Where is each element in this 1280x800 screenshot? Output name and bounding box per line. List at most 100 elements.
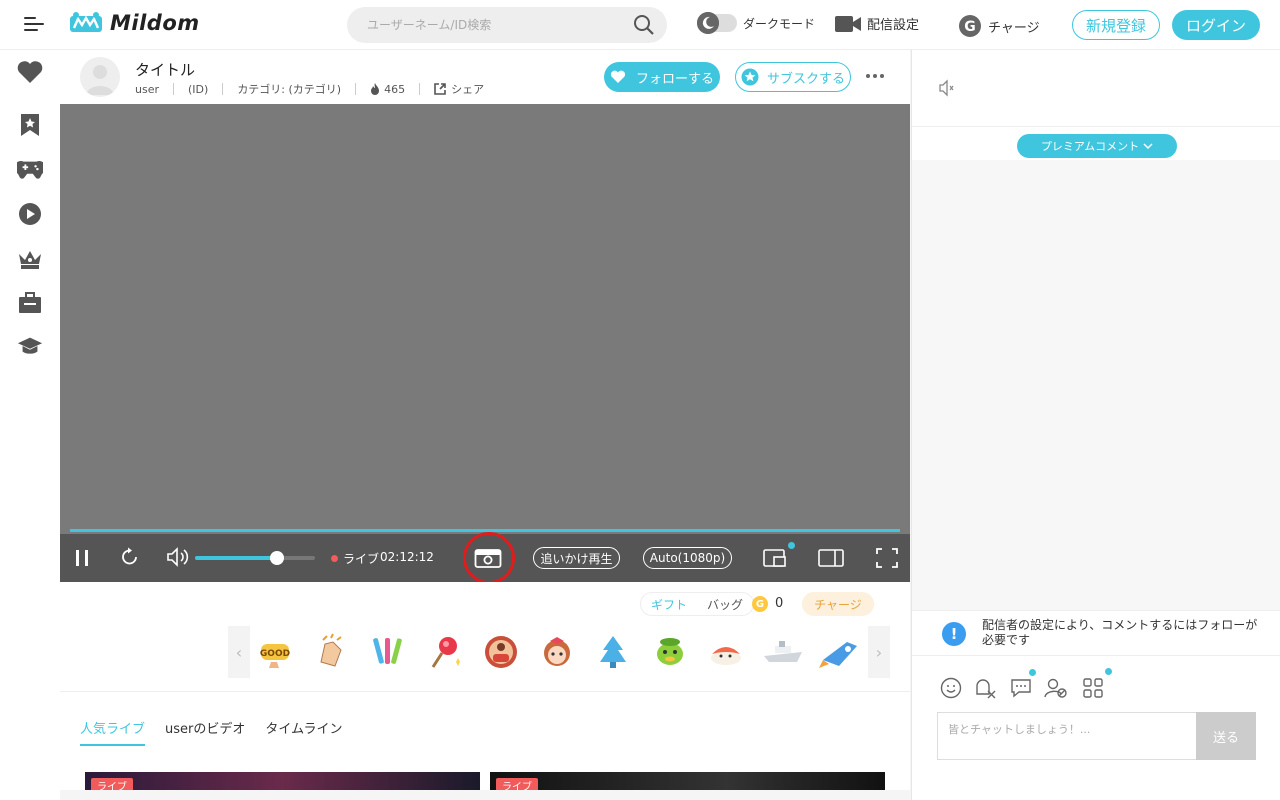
more-options-icon[interactable] — [866, 74, 884, 78]
bookmark-icon[interactable] — [17, 112, 43, 138]
gift-panel: ギフト バッグ G 0 チャージ ‹ GOOD › — [60, 582, 910, 692]
logo[interactable]: Mildom — [68, 10, 200, 36]
heart-icon[interactable] — [17, 59, 43, 85]
premium-comment-button[interactable]: プレミアムコメント — [1017, 134, 1177, 158]
follow-notice-text: 配信者の設定により、コメントするにはフォローが必要です — [982, 618, 1258, 647]
crown-icon[interactable] — [17, 246, 43, 272]
fullscreen-icon[interactable] — [876, 548, 898, 568]
gift-tree-icon[interactable] — [590, 629, 636, 675]
gift-clap-icon[interactable] — [308, 629, 354, 675]
volume-slider-fill — [195, 556, 277, 560]
highlight-circle — [463, 532, 515, 584]
subscribe-button[interactable]: サブスクする — [735, 62, 851, 92]
charge-label: チャージ — [988, 20, 1040, 36]
gift-fighter-icon[interactable] — [478, 629, 524, 675]
briefcase-icon[interactable] — [17, 290, 43, 316]
theater-mode-icon[interactable] — [818, 548, 844, 568]
volume-slider[interactable] — [195, 551, 315, 565]
grid-apps-icon[interactable] — [1081, 676, 1105, 700]
message-notification-dot — [1029, 669, 1036, 676]
header-charge[interactable]: G チャージ — [958, 14, 1040, 38]
user-block-icon[interactable] — [1044, 676, 1068, 700]
tab-popular-live[interactable]: 人気ライブ — [80, 718, 146, 746]
message-plus-icon[interactable] — [1010, 676, 1034, 700]
stream-settings[interactable]: 配信設定 — [835, 14, 919, 33]
video-player[interactable]: ライブ 02:12:12 追いかけ再生 Auto(1080p) — [60, 104, 910, 584]
tab-user-videos[interactable]: userのビデオ — [165, 718, 245, 746]
gift-rocket-icon[interactable] — [816, 629, 862, 675]
filter-icon[interactable] — [974, 676, 998, 700]
picture-in-picture-icon[interactable] — [763, 548, 789, 568]
chat-input[interactable] — [938, 713, 1196, 759]
stream-title: タイトル — [135, 61, 196, 79]
live-thumbnail[interactable]: ライブ — [490, 772, 885, 790]
flame-icon — [371, 83, 380, 95]
dark-mode-label: ダークモード — [743, 16, 816, 31]
svg-text:GOOD: GOOD — [260, 649, 290, 659]
heart-icon — [610, 70, 626, 83]
menu-icon[interactable] — [24, 17, 44, 33]
charge-button[interactable]: チャージ — [802, 592, 874, 616]
player-controls: ライブ 02:12:12 追いかけ再生 Auto(1080p) — [60, 532, 910, 584]
speaker-icon[interactable] — [938, 79, 956, 97]
mildom-logo-icon — [70, 12, 102, 32]
gamepad-icon[interactable] — [17, 157, 43, 183]
chevron-left-icon[interactable]: ‹ — [228, 626, 250, 678]
svg-text:G: G — [964, 19, 976, 35]
login-button[interactable]: ログイン — [1172, 10, 1260, 40]
left-sidebar — [0, 50, 60, 800]
content-tabs: 人気ライブ userのビデオ タイムライン — [80, 718, 342, 746]
gift-ship-icon[interactable] — [760, 629, 806, 675]
chat-input-box — [937, 712, 1197, 760]
share-icon[interactable] — [434, 83, 446, 95]
avatar[interactable] — [80, 57, 120, 97]
pause-icon[interactable] — [74, 549, 90, 567]
gift-sushi-icon[interactable] — [703, 629, 749, 675]
dark-mode-toggle[interactable]: ダークモード — [697, 12, 816, 34]
logo-text: Mildom — [110, 11, 200, 35]
stream-meta: user (ID) カテゴリ: (カテゴリ) 465 シェア — [135, 81, 484, 97]
graduation-cap-icon[interactable] — [17, 333, 43, 359]
tab-bag[interactable]: バッグ — [697, 596, 753, 613]
chat-panel: プレミアムコメント ! 配信者の設定により、コメントするにはフォローが必要です — [911, 50, 1280, 800]
send-button[interactable]: 送る — [1196, 712, 1256, 760]
search-bar — [347, 7, 667, 43]
streamer-name[interactable]: user — [135, 83, 159, 96]
toggle-switch[interactable] — [697, 12, 737, 34]
gift-lollipop-icon[interactable] — [421, 629, 467, 675]
quality-button[interactable]: Auto(1080p) — [643, 547, 732, 569]
chat-top-area — [912, 50, 1280, 127]
volume-slider-knob[interactable] — [269, 551, 284, 565]
gift-kappa-icon[interactable] — [647, 629, 693, 675]
search-icon[interactable] — [633, 14, 655, 36]
tab-gift[interactable]: ギフト — [641, 596, 697, 613]
reload-icon[interactable] — [119, 546, 141, 568]
stream-settings-label: 配信設定 — [867, 18, 920, 33]
share-label[interactable]: シェア — [451, 81, 484, 97]
live-label: ライブ — [343, 552, 380, 566]
follow-notice: ! 配信者の設定により、コメントするにはフォローが必要です — [912, 610, 1280, 656]
play-circle-icon[interactable] — [17, 201, 43, 227]
tab-timeline[interactable]: タイムライン — [265, 718, 342, 746]
star-badge-icon — [741, 68, 759, 86]
gift-good-icon[interactable]: GOOD — [252, 629, 298, 675]
apps-notification-dot — [1105, 668, 1112, 675]
live-dot — [331, 555, 338, 562]
video-camera-icon — [835, 15, 861, 32]
volume-icon[interactable] — [166, 546, 190, 568]
follow-button[interactable]: フォローする — [604, 62, 720, 92]
pip-notification-dot — [788, 542, 795, 549]
live-thumbnail[interactable]: ライブ — [85, 772, 480, 790]
follow-label: フォローする — [635, 71, 714, 87]
stream-category[interactable]: カテゴリ: (カテゴリ) — [237, 81, 341, 97]
subscribe-label: サブスクする — [766, 71, 845, 87]
register-button[interactable]: 新規登録 — [1072, 10, 1160, 40]
chat-toolbar — [912, 656, 1280, 711]
chevron-right-icon[interactable]: › — [868, 626, 890, 678]
emoji-icon[interactable] — [939, 676, 963, 700]
premium-comment-label: プレミアムコメント — [1040, 140, 1140, 153]
catchup-button[interactable]: 追いかけ再生 — [533, 547, 620, 569]
gift-penlight-icon[interactable] — [365, 629, 411, 675]
search-input[interactable] — [347, 18, 667, 32]
gift-girl-icon[interactable] — [534, 629, 580, 675]
